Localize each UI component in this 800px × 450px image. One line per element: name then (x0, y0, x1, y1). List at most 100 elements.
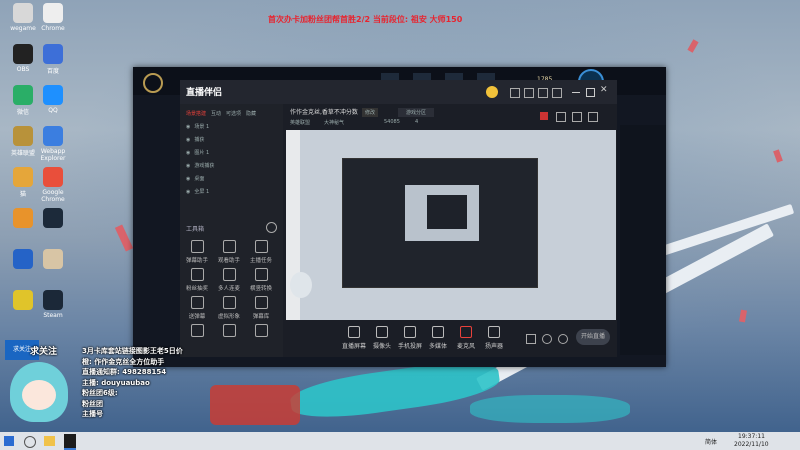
tool-icon (222, 324, 236, 337)
source-button-label: 扬声器 (484, 343, 503, 350)
app-logo: 直播伴侣 (186, 88, 223, 98)
scene-tab[interactable]: 隐藏 (246, 111, 256, 117)
start-icon[interactable] (4, 436, 14, 446)
desktop-icon[interactable]: Steam (32, 290, 74, 319)
stream-title[interactable]: 作作金克丝,香草不冲分数 (290, 107, 358, 116)
settings-icon[interactable] (558, 334, 568, 344)
app-icon (43, 249, 63, 269)
search-icon[interactable] (24, 436, 36, 448)
overlay-follow-label: 求关注 (12, 346, 31, 353)
scene-tab[interactable]: 场景搭建 (186, 111, 206, 117)
history-icon[interactable] (542, 334, 552, 344)
eye-icon[interactable]: ◉ (186, 124, 190, 130)
close-icon[interactable]: ✕ (600, 85, 608, 95)
overlay-line: 主播: douyuaubao (82, 378, 150, 387)
toolbox-item[interactable]: 弹幕助手 (184, 240, 210, 264)
message-icon[interactable] (524, 88, 534, 98)
preview-recursive-window (427, 195, 467, 229)
desktop-icon[interactable]: Google Chrome (32, 167, 74, 203)
record-icon[interactable] (526, 334, 536, 344)
eye-icon[interactable]: ◉ (186, 137, 190, 143)
app-icon (13, 249, 33, 269)
app-icon (43, 167, 63, 187)
settings-icon[interactable] (588, 112, 598, 122)
lol-taskbar-icon[interactable] (64, 434, 76, 450)
desktop-icon[interactable]: Webapp Explorer (32, 126, 74, 162)
scene-item[interactable]: ◉ 游戏捕获 (186, 159, 281, 172)
toolbox-item[interactable] (184, 324, 210, 340)
toolbox-item[interactable]: 送弹幕 (184, 296, 210, 320)
scene-item-label: 桌面 (194, 176, 205, 182)
category-select[interactable]: 游戏分区 (398, 108, 435, 117)
scene-item[interactable]: ◉ 图片 1 (186, 146, 281, 159)
start-stream-button[interactable]: 开始直播 (576, 329, 610, 345)
app-icon (43, 3, 63, 23)
tool-icon (190, 296, 204, 309)
desktop-icon-label: Google Chrome (41, 189, 65, 203)
desktop-icon[interactable] (32, 208, 74, 230)
toolbox-item[interactable]: 多人连麦 (216, 268, 242, 292)
eye-icon[interactable]: ◉ (186, 163, 190, 169)
toolbox-item[interactable] (248, 324, 274, 340)
mail-icon[interactable] (538, 88, 548, 98)
tool-icon (190, 240, 204, 253)
toolbox-item[interactable]: 观看助手 (216, 240, 242, 264)
tool-icon (222, 296, 236, 309)
viewer-count: 4 (415, 119, 419, 125)
user-avatar[interactable] (486, 86, 498, 98)
scene-item[interactable]: ◉ 全屏 1 (186, 185, 281, 198)
lol-logo-icon[interactable] (143, 73, 163, 93)
desktop-icon[interactable] (32, 249, 74, 271)
bell-icon[interactable] (572, 112, 582, 122)
share-icon[interactable] (556, 112, 566, 122)
scene-tab[interactable]: 互动 (211, 111, 221, 117)
eye-icon[interactable]: ◉ (186, 176, 190, 182)
eye-icon[interactable]: ◉ (186, 150, 190, 156)
overlay-mascot (10, 362, 68, 422)
gift-icon[interactable] (540, 112, 548, 120)
scene-item[interactable]: ◉ 场景 1 (186, 120, 281, 133)
desktop-icon-label: Chrome (41, 25, 65, 32)
eye-icon[interactable]: ◉ (186, 189, 190, 195)
ime-indicator[interactable]: 简体 (705, 437, 717, 446)
desktop-icon-label: 百度 (46, 68, 59, 75)
toolbox-item[interactable]: 粉丝抽奖 (184, 268, 210, 292)
overlay-line: 橙: 作作金克丝全方位助手 (82, 357, 165, 366)
source-button[interactable]: 扬声器 (478, 326, 510, 350)
scene-item-label: 捕获 (194, 137, 205, 143)
clock-time: 19:37:11 (738, 433, 765, 440)
stream-banner: 首次办卡加粉丝团帮首胜2/2 当前段位: 祖安 大师150 (268, 15, 463, 24)
tool-icon (254, 240, 268, 253)
taskbar: 简体 19:37:11 2022/11/10 (0, 432, 800, 450)
minimize-icon[interactable] (572, 92, 580, 93)
toolbox-more-icon[interactable] (266, 222, 277, 233)
overlay-line: 直播通知群: 498288154 (82, 368, 167, 376)
desktop-icon-label: Steam (43, 312, 63, 319)
file-explorer-icon[interactable] (44, 436, 55, 446)
tool-icon (254, 268, 268, 281)
tool-icon (222, 240, 236, 253)
toolbox-item[interactable] (216, 324, 242, 340)
overlay-follow-text: 求关注 (30, 347, 58, 357)
toolbox-item[interactable]: 虚拟形象 (216, 296, 242, 320)
overlay-line: 粉丝团 (82, 399, 103, 408)
desktop-icon[interactable]: 百度 (32, 44, 74, 75)
game-label: 英雄联盟 (290, 120, 311, 126)
desktop-icon[interactable]: Chrome (32, 3, 74, 32)
edit-title-button[interactable]: 修改 (362, 108, 379, 117)
toolbox-item-label: 虚拟形象 (217, 314, 240, 320)
toolbox-item[interactable]: 横竖转换 (248, 268, 274, 292)
scene-tab[interactable]: 可选项 (226, 111, 241, 117)
scene-item[interactable]: ◉ 桌面 (186, 172, 281, 185)
settings-icon[interactable] (510, 88, 520, 98)
app-icon (43, 208, 63, 228)
toolbox-item-label: 主播任务 (249, 258, 272, 264)
app-icon (13, 290, 33, 310)
toolbox-item[interactable]: 弹幕库 (248, 296, 274, 320)
menu-icon[interactable] (552, 88, 562, 98)
maximize-icon[interactable] (586, 88, 595, 97)
desktop-icon[interactable]: QQ (32, 85, 74, 114)
app-icon (43, 126, 63, 146)
toolbox-item[interactable]: 主播任务 (248, 240, 274, 264)
scene-item[interactable]: ◉ 捕获 (186, 133, 281, 146)
